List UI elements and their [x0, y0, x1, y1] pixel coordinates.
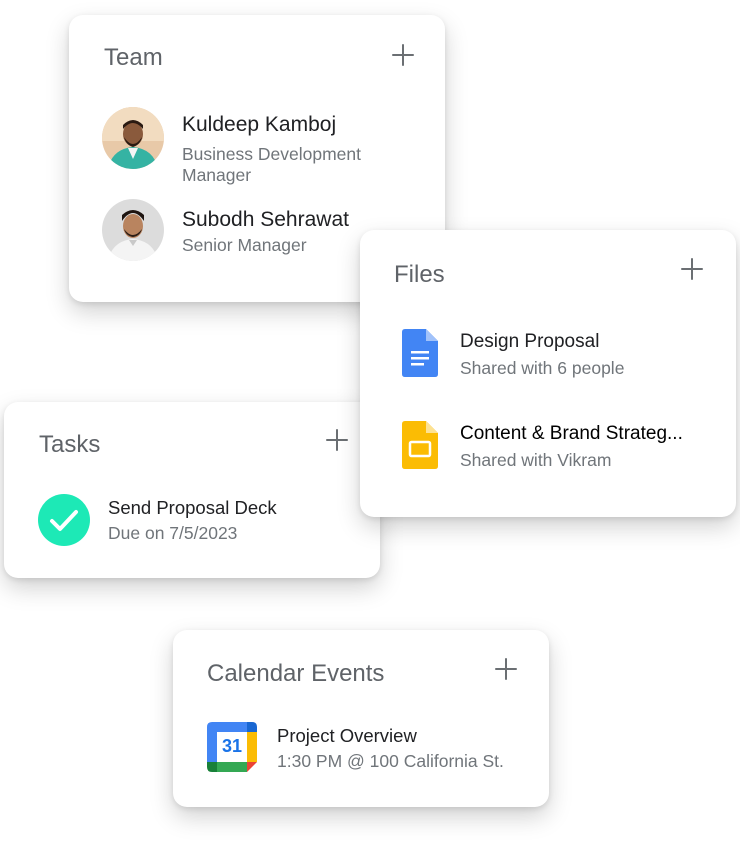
calendar-icon-date: 31 — [221, 736, 243, 756]
calendar-events-card: Calendar Events 31 Project Overview 1:30… — [173, 630, 549, 807]
add-file-button[interactable] — [681, 258, 703, 280]
avatar-kuldeep-kamboj — [102, 107, 164, 169]
google-calendar-icon: 31 — [207, 722, 257, 772]
member-role-line1: Senior Manager — [182, 235, 307, 255]
event-details: 1:30 PM @ 100 California St. — [277, 751, 504, 771]
event-title[interactable]: Project Overview — [277, 725, 417, 747]
google-docs-icon — [402, 329, 438, 377]
calendar-title: Calendar Events — [207, 660, 385, 687]
member-name[interactable]: Subodh Sehrawat — [182, 208, 349, 232]
add-event-button[interactable] — [495, 658, 517, 680]
file-name[interactable]: Content & Brand Strateg... — [460, 423, 683, 445]
file-shared-info: Shared with Vikram — [460, 450, 612, 470]
task-due-date: Due on 7/5/2023 — [108, 523, 238, 543]
tasks-card: Tasks Send Proposal Deck Due on 7/5/2023 — [4, 402, 380, 578]
member-name[interactable]: Kuldeep Kamboj — [182, 113, 336, 137]
tasks-title: Tasks — [39, 431, 101, 458]
files-title: Files — [394, 261, 445, 288]
member-role-line2: Manager — [182, 165, 252, 185]
add-team-member-button[interactable] — [392, 44, 414, 66]
task-title[interactable]: Send Proposal Deck — [108, 497, 277, 519]
files-card: Files Design Proposal Shared with 6 peop… — [360, 230, 736, 517]
avatar-subodh-sehrawat — [102, 199, 164, 261]
google-slides-icon — [402, 421, 438, 469]
member-role-line1: Business Development — [182, 144, 361, 164]
file-shared-info: Shared with 6 people — [460, 358, 625, 378]
check-circle-icon[interactable] — [38, 494, 90, 546]
team-title: Team — [104, 44, 163, 71]
file-name[interactable]: Design Proposal — [460, 331, 599, 353]
add-task-button[interactable] — [326, 429, 348, 451]
